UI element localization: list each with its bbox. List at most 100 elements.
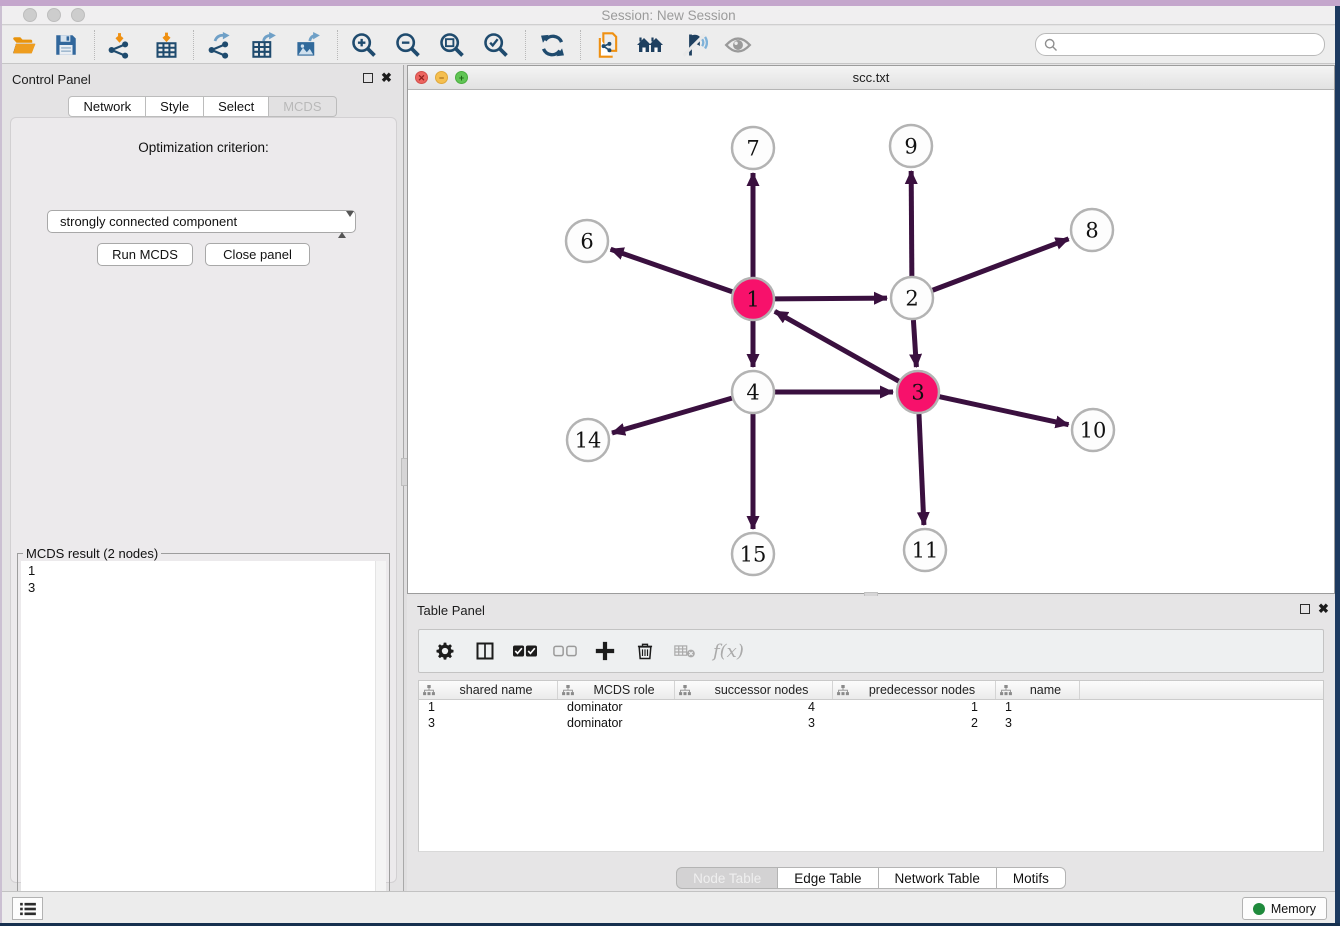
table-close-icon[interactable]: ✖ [1318, 601, 1329, 617]
mcds-result-text[interactable]: 1 3 [21, 561, 386, 913]
task-list-icon [19, 902, 37, 916]
column-header-MCDS-role[interactable]: MCDS role [558, 681, 675, 699]
save-session-icon[interactable] [52, 31, 80, 59]
apply-layout-icon[interactable] [538, 31, 566, 59]
birds-eye-view-icon[interactable] [724, 31, 752, 59]
zoom-selected-icon[interactable] [482, 31, 510, 59]
mcds-result-box: MCDS result (2 nodes) 1 3 [17, 546, 390, 921]
table-float-icon[interactable] [1300, 604, 1310, 614]
network-canvas[interactable]: 1234678910111415 [408, 90, 1334, 593]
column-header-name[interactable]: name [996, 681, 1080, 699]
edge-1-6[interactable] [611, 249, 733, 291]
export-image-icon[interactable] [293, 31, 321, 59]
table-cell[interactable]: 3 [675, 716, 833, 732]
select-all-columns-icon[interactable] [513, 639, 537, 663]
hide-graphics-details-icon[interactable] [680, 31, 708, 59]
control-panel-titlebar: Control Panel ✖ [2, 65, 403, 91]
deselect-all-columns-icon[interactable] [553, 639, 577, 663]
table-cell[interactable]: 4 [675, 700, 833, 716]
edge-4-14[interactable] [612, 398, 732, 433]
function-builder-icon[interactable]: f(x) [713, 641, 744, 662]
table-cell[interactable]: 1 [419, 700, 558, 716]
table-cell[interactable]: dominator [558, 700, 675, 716]
table-panel: Table Panel ✖ [407, 596, 1335, 891]
toolbar-separator [193, 30, 194, 60]
tab-edge-table[interactable]: Edge Table [778, 867, 878, 889]
tab-motifs[interactable]: Motifs [997, 867, 1066, 889]
node-label-10: 10 [1080, 418, 1107, 442]
table-cell[interactable]: 2 [833, 716, 996, 732]
column-header-predecessor-nodes[interactable]: predecessor nodes [833, 681, 996, 699]
zoom-fit-icon[interactable] [438, 31, 466, 59]
criterion-value: strongly connected component [60, 214, 237, 229]
node-label-3: 3 [911, 380, 924, 404]
node-table[interactable]: shared nameMCDS rolesuccessor nodesprede… [418, 680, 1324, 852]
tab-style[interactable]: Style [146, 96, 204, 117]
table-row[interactable]: 1dominator411 [419, 700, 1323, 716]
home-networks-icon[interactable] [636, 31, 664, 59]
edge-3-10[interactable] [939, 397, 1068, 425]
criterion-dropdown[interactable]: strongly connected component [47, 210, 356, 233]
task-history-button[interactable] [12, 897, 43, 920]
export-network-icon[interactable] [205, 31, 233, 59]
column-type-icon [679, 685, 691, 696]
network-graph[interactable]: 1234678910111415 [408, 90, 1334, 593]
column-header-successor-nodes[interactable]: successor nodes [675, 681, 833, 699]
node-label-6: 6 [580, 229, 593, 253]
table-cell[interactable]: 3 [419, 716, 558, 732]
edge-3-1[interactable] [775, 311, 899, 381]
table-panel-tabs: Node TableEdge TableNetwork TableMotifs [407, 867, 1335, 889]
close-panel-button[interactable]: Close panel [205, 243, 310, 266]
clone-network-icon[interactable] [594, 31, 622, 59]
result-scrollbar[interactable] [375, 561, 386, 913]
search-input[interactable] [1063, 38, 1324, 52]
table-panel-title: Table Panel [417, 603, 485, 618]
table-cell[interactable]: 1 [996, 700, 1080, 716]
import-table-icon[interactable] [152, 31, 180, 59]
edge-2-3[interactable] [913, 320, 916, 367]
table-settings-gear-icon[interactable] [433, 639, 457, 663]
open-session-icon[interactable] [10, 31, 38, 59]
float-panel-icon[interactable] [363, 73, 373, 83]
column-view-icon[interactable] [473, 639, 497, 663]
edge-2-8[interactable] [933, 239, 1069, 290]
tab-network[interactable]: Network [68, 96, 146, 117]
edge-1-2[interactable] [775, 298, 887, 299]
node-label-8: 8 [1085, 218, 1098, 242]
tab-mcds[interactable]: MCDS [269, 96, 336, 117]
edge-2-9[interactable] [911, 171, 912, 276]
memory-button[interactable]: Memory [1242, 897, 1327, 920]
table-cell[interactable]: 1 [833, 700, 996, 716]
table-cell[interactable]: 3 [996, 716, 1080, 732]
toolbar-separator [580, 30, 581, 60]
import-network-icon[interactable] [105, 31, 133, 59]
tab-node-table[interactable]: Node Table [676, 867, 778, 889]
network-window-titlebar[interactable]: ✕ − + scc.txt [408, 66, 1334, 90]
create-column-plus-icon[interactable] [593, 639, 617, 663]
close-panel-icon[interactable]: ✖ [381, 70, 392, 86]
edge-3-11[interactable] [919, 414, 924, 525]
run-mcds-button[interactable]: Run MCDS [97, 243, 193, 266]
export-table-icon[interactable] [249, 31, 277, 59]
table-cell[interactable]: dominator [558, 716, 675, 732]
zoom-in-icon[interactable] [350, 31, 378, 59]
network-window-title: scc.txt [408, 70, 1334, 85]
toolbar-separator [525, 30, 526, 60]
delete-column-trash-icon[interactable] [633, 639, 657, 663]
tab-network-table[interactable]: Network Table [879, 867, 997, 889]
toolbar-separator [337, 30, 338, 60]
column-header-shared-name[interactable]: shared name [419, 681, 558, 699]
table-row[interactable]: 3dominator323 [419, 716, 1323, 732]
zoom-out-icon[interactable] [394, 31, 422, 59]
control-panel-tabs: NetworkStyleSelectMCDS [2, 96, 403, 117]
delete-table-icon[interactable] [673, 639, 697, 663]
node-label-11: 11 [912, 538, 939, 562]
main-toolbar [2, 26, 1335, 64]
memory-status-icon [1253, 903, 1265, 915]
network-view-window: ✕ − + scc.txt 1234678910111415 [407, 65, 1335, 594]
tab-select[interactable]: Select [204, 96, 269, 117]
table-toolbar: f(x) [418, 629, 1324, 673]
toolbar-separator [94, 30, 95, 60]
toolbar-search[interactable] [1035, 33, 1325, 56]
node-table-header: shared nameMCDS rolesuccessor nodesprede… [419, 681, 1323, 700]
